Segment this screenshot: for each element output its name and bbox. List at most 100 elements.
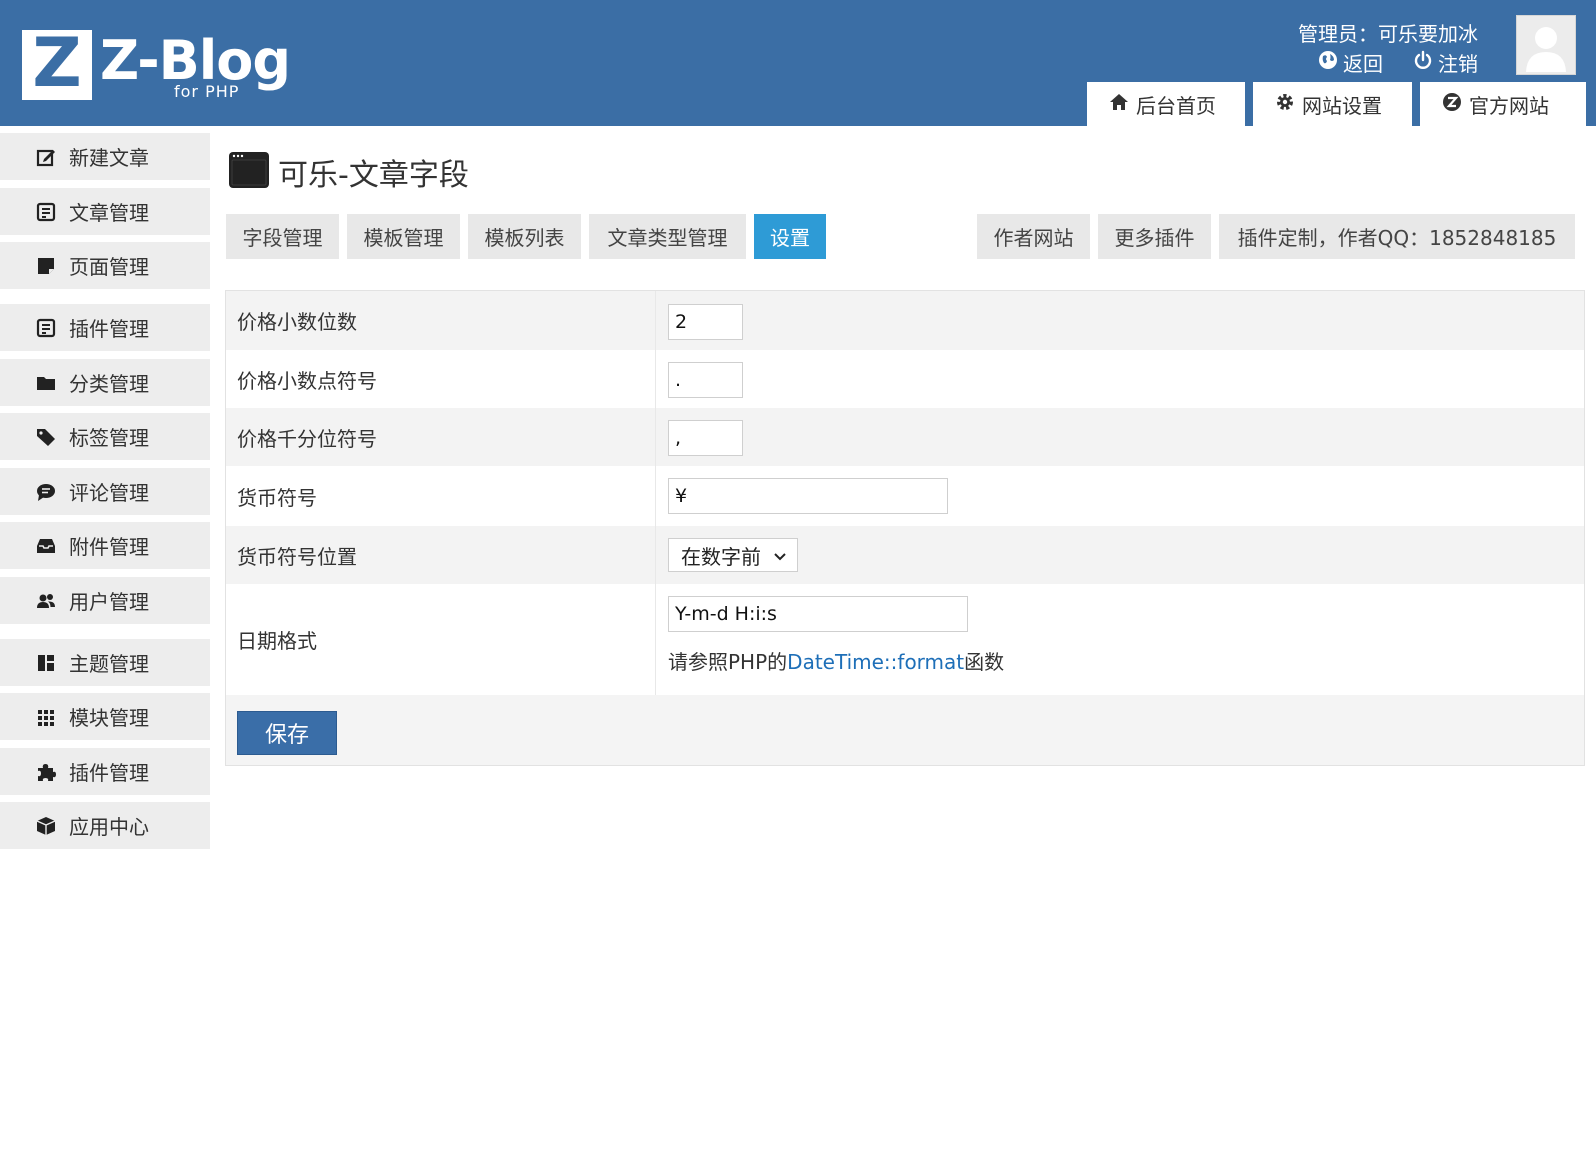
- power-icon: [1413, 50, 1433, 75]
- help-prefix: 请参照PHP的: [668, 650, 788, 674]
- globe-icon: [1318, 50, 1338, 75]
- back-link[interactable]: 返回: [1318, 48, 1383, 77]
- layout-icon: [35, 652, 57, 674]
- box-icon: [35, 815, 57, 837]
- plugin-tabs: 字段管理 模板管理 模板列表 文章类型管理 设置: [226, 214, 826, 259]
- tab-admin-home[interactable]: 后台首页: [1087, 82, 1245, 126]
- field-label: 日期格式: [226, 584, 656, 695]
- sidebar-item-users[interactable]: 用户管理: [0, 577, 210, 624]
- window-icon: [228, 151, 270, 193]
- plugin-links: 作者网站 更多插件 插件定制，作者QQ：1852848185: [977, 214, 1575, 259]
- decimal-places-input[interactable]: 2: [668, 304, 743, 340]
- sidebar-item-label: 应用中心: [69, 815, 149, 839]
- puzzle-icon: [35, 761, 57, 783]
- back-label: 返回: [1343, 52, 1383, 76]
- edit-icon: [35, 146, 57, 168]
- sidebar-item-tags[interactable]: 标签管理: [0, 413, 210, 460]
- sidebar-item-label: 页面管理: [69, 255, 149, 279]
- date-format-help: 请参照PHP的DateTime::format函数: [668, 646, 1004, 675]
- form-row-date-format: 日期格式 Y-m-d H:i:s 请参照PHP的DateTime::format…: [226, 584, 1584, 695]
- page-header: 可乐-文章字段: [228, 150, 469, 194]
- sidebar-item-comments[interactable]: 评论管理: [0, 468, 210, 515]
- help-suffix: 函数: [964, 650, 1005, 674]
- tab-template-list[interactable]: 模板列表: [468, 214, 581, 259]
- author-website-link[interactable]: 作者网站: [977, 214, 1090, 259]
- comment-icon: [35, 481, 57, 503]
- field-label: 价格千分位符号: [226, 408, 656, 466]
- form-row-currency-position: 货币符号位置 在数字前: [226, 526, 1584, 584]
- currency-position-value: 在数字前: [681, 544, 761, 569]
- tab-template-management[interactable]: 模板管理: [347, 214, 460, 259]
- sidebar-item-label: 插件管理: [69, 761, 149, 785]
- tab-site-settings[interactable]: 网站设置: [1253, 82, 1412, 126]
- user-actions: 返回 注销: [1318, 48, 1478, 77]
- inbox-icon: [35, 535, 57, 557]
- gear-icon: [1275, 92, 1295, 117]
- form-row-thousands-separator: 价格千分位符号 ,: [226, 408, 1584, 466]
- sidebar-item-app-center[interactable]: 应用中心: [0, 802, 210, 849]
- thousands-separator-input[interactable]: ,: [668, 420, 743, 456]
- sidebar-item-label: 标签管理: [69, 426, 149, 450]
- decimal-point-input[interactable]: .: [668, 362, 743, 398]
- save-button[interactable]: 保存: [237, 711, 337, 755]
- sidebar-item-new-article[interactable]: 新建文章: [0, 133, 210, 180]
- article-list-icon: [35, 201, 57, 223]
- page-icon: [35, 255, 57, 277]
- sidebar-item-label: 分类管理: [69, 372, 149, 396]
- sidebar-item-label: 评论管理: [69, 481, 149, 505]
- home-icon: [1109, 92, 1129, 117]
- sidebar-item-plugins-list[interactable]: 插件管理: [0, 304, 210, 351]
- top-header: Z Z-Blog for PHP 管理员：可乐要加冰 返回 注销 后台首页 网站…: [0, 0, 1596, 126]
- sidebar-item-modules[interactable]: 模块管理: [0, 693, 210, 740]
- sidebar-item-themes[interactable]: 主题管理: [0, 639, 210, 686]
- sidebar-item-label: 插件管理: [69, 317, 149, 341]
- field-label: 价格小数位数: [226, 291, 656, 350]
- settings-form: 价格小数位数 2 价格小数点符号 . 价格千分位符号 , 货币符号 ¥ 货币符号…: [225, 290, 1585, 766]
- form-row-decimal-point: 价格小数点符号 .: [226, 350, 1584, 408]
- tab-official-site[interactable]: 官方网站: [1420, 82, 1586, 126]
- more-plugins-link[interactable]: 更多插件: [1098, 214, 1211, 259]
- logout-link[interactable]: 注销: [1413, 48, 1478, 77]
- sidebar-item-attachments[interactable]: 附件管理: [0, 522, 210, 569]
- date-format-input[interactable]: Y-m-d H:i:s: [668, 596, 968, 632]
- avatar[interactable]: [1516, 15, 1576, 75]
- logo-subtitle: for PHP: [174, 82, 240, 101]
- field-label: 价格小数点符号: [226, 350, 656, 408]
- currency-position-select[interactable]: 在数字前: [668, 538, 798, 572]
- sidebar-item-pages[interactable]: 页面管理: [0, 242, 210, 289]
- tab-settings[interactable]: 设置: [754, 214, 826, 259]
- users-icon: [35, 590, 57, 612]
- datetime-format-link[interactable]: DateTime::format: [787, 650, 964, 674]
- sidebar-item-label: 模块管理: [69, 706, 149, 730]
- sidebar-item-categories[interactable]: 分类管理: [0, 359, 210, 406]
- sidebar-item-label: 主题管理: [69, 652, 149, 676]
- tab-site-settings-label: 网站设置: [1302, 93, 1382, 118]
- logout-label: 注销: [1438, 52, 1478, 76]
- sidebar-item-label: 用户管理: [69, 590, 149, 614]
- top-nav-tabs: 后台首页 网站设置 官方网站: [1087, 82, 1586, 126]
- field-label: 货币符号: [226, 466, 656, 526]
- form-row-decimal-places: 价格小数位数 2: [226, 291, 1584, 350]
- custom-plugin-link[interactable]: 插件定制，作者QQ：1852848185: [1219, 214, 1575, 259]
- sidebar-item-label: 附件管理: [69, 535, 149, 559]
- folder-icon: [35, 372, 57, 394]
- tab-admin-home-label: 后台首页: [1136, 93, 1216, 118]
- sidebar-item-label: 文章管理: [69, 201, 149, 225]
- logo-mark: Z: [22, 24, 92, 103]
- tab-field-management[interactable]: 字段管理: [226, 214, 339, 259]
- admin-name: 管理员：可乐要加冰: [1298, 22, 1478, 46]
- sidebar-item-plugins[interactable]: 插件管理: [0, 748, 210, 795]
- field-label: 货币符号位置: [226, 526, 656, 584]
- sidebar-item-articles[interactable]: 文章管理: [0, 188, 210, 235]
- zblog-icon: [1442, 92, 1462, 117]
- form-row-currency-symbol: 货币符号 ¥: [226, 466, 1584, 526]
- tag-icon: [35, 426, 57, 448]
- tab-official-site-label: 官方网站: [1469, 93, 1549, 118]
- page-title: 可乐-文章字段: [278, 158, 469, 193]
- article-list-icon: [35, 317, 57, 339]
- sidebar-item-label: 新建文章: [69, 146, 149, 170]
- grid-icon: [35, 706, 57, 728]
- tab-article-type-management[interactable]: 文章类型管理: [589, 214, 746, 259]
- logo-mark-letter: Z: [32, 24, 82, 103]
- currency-symbol-input[interactable]: ¥: [668, 478, 948, 514]
